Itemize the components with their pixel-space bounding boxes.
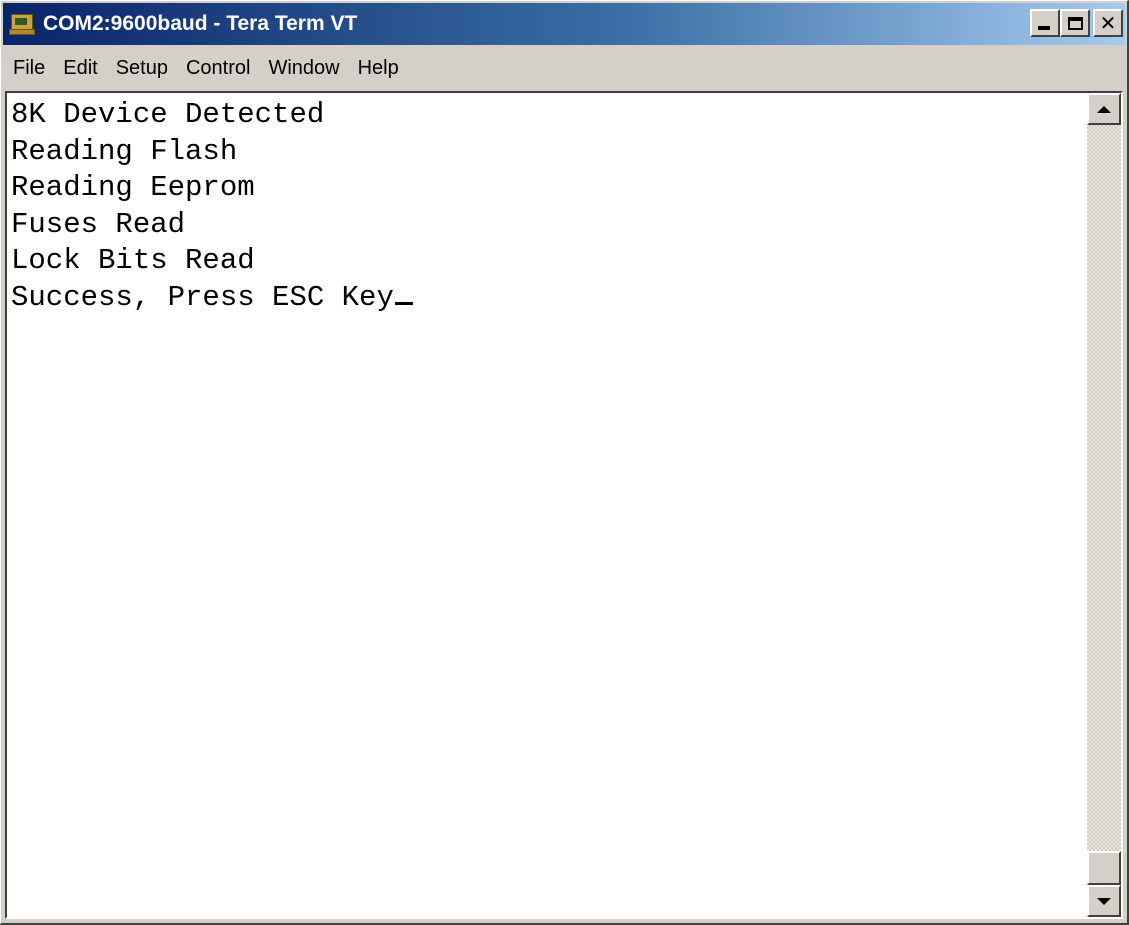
maximize-button[interactable] xyxy=(1060,9,1090,37)
terminal-line-last: Success, Press ESC Key xyxy=(11,280,1083,317)
close-icon: ✕ xyxy=(1099,11,1117,35)
scroll-up-arrow-icon xyxy=(1097,105,1111,113)
minimize-button[interactable] xyxy=(1030,9,1060,37)
title-bar[interactable]: COM2:9600baud - Tera Term VT ✕ xyxy=(3,3,1125,45)
scrollbar-thumb[interactable] xyxy=(1087,851,1121,885)
terminal-line: Reading Eeprom xyxy=(11,171,255,204)
menu-bar: File Edit Setup Control Window Help xyxy=(3,47,1125,89)
terminal-output[interactable]: 8K Device Detected Reading Flash Reading E… xyxy=(11,97,1083,913)
minimize-icon xyxy=(1038,26,1050,30)
terminal-line: Lock Bits Read xyxy=(11,244,255,277)
menu-window[interactable]: Window xyxy=(259,57,348,80)
scroll-down-button[interactable] xyxy=(1087,885,1121,917)
window-title: COM2:9600baud - Tera Term VT xyxy=(43,12,358,35)
terminal-frame: 8K Device Detected Reading Flash Reading E… xyxy=(5,91,1123,919)
menu-edit[interactable]: Edit xyxy=(54,57,106,80)
terminal-line: Fuses Read xyxy=(11,207,186,241)
menu-help[interactable]: Help xyxy=(349,57,408,80)
terminal-line: 8K Device Detected xyxy=(11,98,325,131)
vertical-scrollbar[interactable] xyxy=(1087,93,1121,917)
maximize-icon xyxy=(1067,16,1083,30)
close-button[interactable]: ✕ xyxy=(1093,9,1123,37)
scroll-up-button[interactable] xyxy=(1087,93,1121,125)
terminal-line: Reading Flash xyxy=(11,134,238,168)
tera-term-window: COM2:9600baud - Tera Term VT ✕ File Edit… xyxy=(0,0,1129,925)
scroll-down-arrow-icon xyxy=(1097,897,1111,905)
menu-file[interactable]: File xyxy=(3,57,54,80)
tera-term-icon[interactable] xyxy=(9,12,35,36)
terminal-line: Success, Press ESC Key xyxy=(11,280,394,314)
menu-control[interactable]: Control xyxy=(177,57,259,80)
menu-setup[interactable]: Setup xyxy=(107,57,177,80)
window-controls: ✕ xyxy=(1030,9,1123,37)
underline-cursor xyxy=(394,301,413,305)
